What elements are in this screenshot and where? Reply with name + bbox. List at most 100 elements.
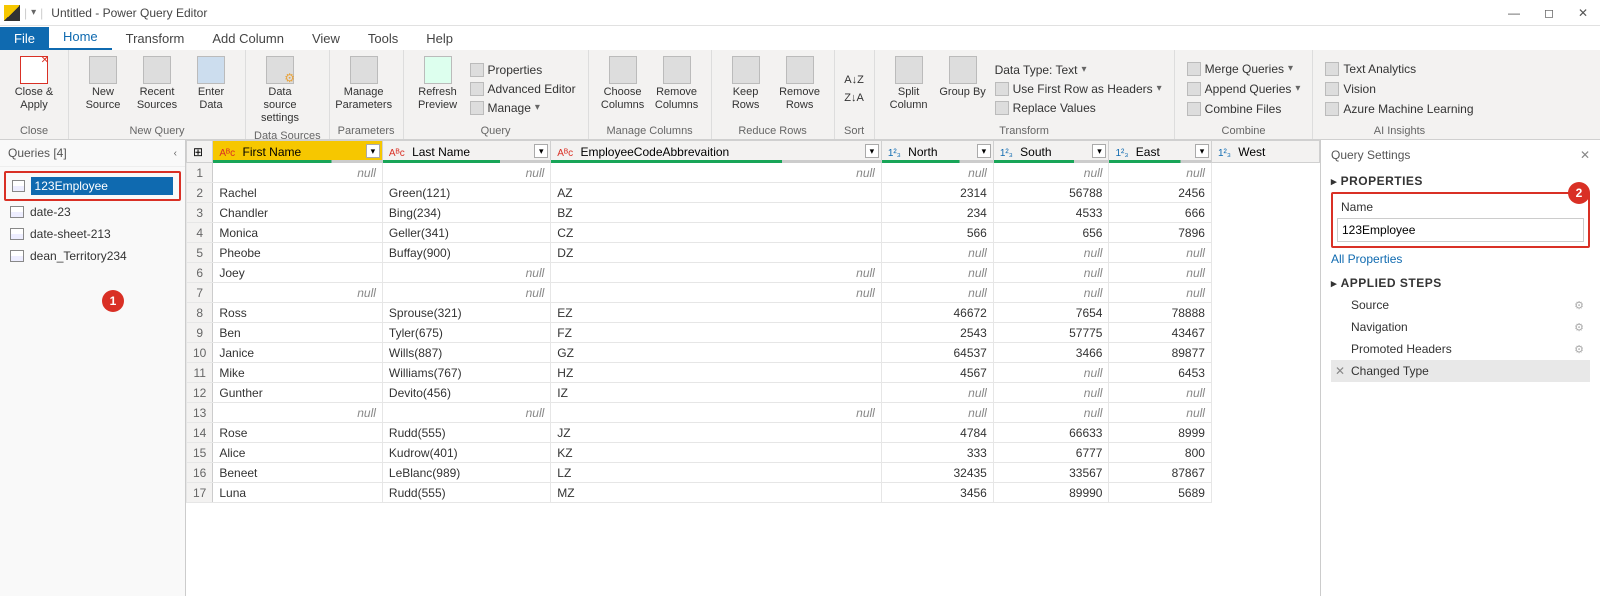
cell[interactable]: null (551, 263, 882, 283)
cell[interactable]: null (551, 403, 882, 423)
cell[interactable]: null (993, 243, 1109, 263)
cell[interactable]: LeBlanc(989) (382, 463, 550, 483)
step-navigation[interactable]: Navigation⚙ (1331, 316, 1590, 338)
step-promoted-headers[interactable]: Promoted Headers⚙ (1331, 338, 1590, 360)
data-type-button[interactable]: Data Type: Text▾ (991, 61, 1166, 79)
group-by-button[interactable]: Group By (937, 54, 989, 123)
cell[interactable]: 666 (1109, 203, 1211, 223)
minimize-icon[interactable]: — (1508, 6, 1520, 20)
cell[interactable]: null (1109, 383, 1211, 403)
cell[interactable]: Pheobe (213, 243, 383, 263)
cell[interactable]: Bing(234) (382, 203, 550, 223)
query-item[interactable]: dean_Territory234 (4, 245, 181, 267)
close-apply-button[interactable]: ✕Close & Apply (8, 54, 60, 123)
cell[interactable]: null (213, 283, 383, 303)
cell[interactable]: Sprouse(321) (382, 303, 550, 323)
cell[interactable]: Luna (213, 483, 383, 503)
replace-values-button[interactable]: Replace Values (991, 99, 1166, 117)
cell[interactable]: Tyler(675) (382, 323, 550, 343)
cell[interactable]: null (881, 163, 993, 183)
tab-file[interactable]: File (0, 27, 49, 50)
row-number[interactable]: 6 (187, 263, 213, 283)
cell[interactable]: null (881, 383, 993, 403)
sort-desc-button[interactable]: Z↓A (842, 90, 866, 106)
corner-cell[interactable]: ⊞ (187, 141, 213, 163)
cell[interactable]: IZ (551, 383, 882, 403)
cell[interactable]: 57775 (993, 323, 1109, 343)
gear-icon[interactable]: ⚙ (1574, 321, 1584, 334)
filter-dropdown-icon[interactable]: ▾ (534, 144, 548, 158)
split-column-button[interactable]: Split Column (883, 54, 935, 123)
cell[interactable]: Kudrow(401) (382, 443, 550, 463)
column-header[interactable]: 1²₃ East▾ (1109, 141, 1211, 163)
manage-parameters-button[interactable]: Manage Parameters (338, 54, 390, 123)
tab-view[interactable]: View (298, 27, 354, 50)
cell[interactable]: null (382, 263, 550, 283)
cell[interactable]: 8999 (1109, 423, 1211, 443)
table-row[interactable]: 17LunaRudd(555)MZ3456899905689 (187, 483, 1320, 503)
delete-step-icon[interactable]: ✕ (1335, 364, 1345, 378)
cell[interactable]: null (993, 363, 1109, 383)
row-number[interactable]: 15 (187, 443, 213, 463)
cell[interactable]: null (993, 163, 1109, 183)
tab-add-column[interactable]: Add Column (198, 27, 298, 50)
step-changed-type[interactable]: ✕Changed Type (1331, 360, 1590, 382)
filter-dropdown-icon[interactable]: ▾ (1195, 144, 1209, 158)
cell[interactable]: 6777 (993, 443, 1109, 463)
cell[interactable]: 78888 (1109, 303, 1211, 323)
cell[interactable]: 4567 (881, 363, 993, 383)
cell[interactable]: null (881, 403, 993, 423)
cell[interactable]: Rachel (213, 183, 383, 203)
text-analytics-button[interactable]: Text Analytics (1321, 60, 1477, 78)
cell[interactable]: 2314 (881, 183, 993, 203)
cell[interactable]: 56788 (993, 183, 1109, 203)
cell[interactable]: 64537 (881, 343, 993, 363)
table-row[interactable]: 2RachelGreen(121)AZ2314567882456 (187, 183, 1320, 203)
column-header[interactable]: Aᴮc EmployeeCodeAbbrevaition▾ (551, 141, 882, 163)
cell[interactable]: 234 (881, 203, 993, 223)
cell[interactable]: LZ (551, 463, 882, 483)
cell[interactable]: null (1109, 263, 1211, 283)
cell[interactable]: null (213, 403, 383, 423)
row-number[interactable]: 12 (187, 383, 213, 403)
cell[interactable]: null (993, 263, 1109, 283)
maximize-icon[interactable]: ◻ (1544, 6, 1554, 20)
properties-button[interactable]: Properties (466, 61, 580, 79)
cell[interactable]: 2456 (1109, 183, 1211, 203)
table-row[interactable]: 15AliceKudrow(401)KZ3336777800 (187, 443, 1320, 463)
all-properties-link[interactable]: All Properties (1331, 248, 1590, 270)
row-number[interactable]: 8 (187, 303, 213, 323)
cell[interactable]: 4784 (881, 423, 993, 443)
cell[interactable]: JZ (551, 423, 882, 443)
cell[interactable]: null (551, 283, 882, 303)
cell[interactable]: 5689 (1109, 483, 1211, 503)
table-row[interactable]: 12GuntherDevito(456)IZnullnullnull (187, 383, 1320, 403)
row-number[interactable]: 7 (187, 283, 213, 303)
combine-files-button[interactable]: Combine Files (1183, 100, 1305, 118)
table-row[interactable]: 1nullnullnullnullnullnull (187, 163, 1320, 183)
gear-icon[interactable]: ⚙ (1574, 343, 1584, 356)
cell[interactable]: null (382, 403, 550, 423)
column-header[interactable]: 1²₃ South▾ (993, 141, 1109, 163)
cell[interactable]: 656 (993, 223, 1109, 243)
cell[interactable]: 3456 (881, 483, 993, 503)
gear-icon[interactable]: ⚙ (1574, 299, 1584, 312)
table-row[interactable]: 7nullnullnullnullnullnull (187, 283, 1320, 303)
cell[interactable]: null (1109, 163, 1211, 183)
table-row[interactable]: 8RossSprouse(321)EZ46672765478888 (187, 303, 1320, 323)
cell[interactable]: EZ (551, 303, 882, 323)
cell[interactable]: 66633 (993, 423, 1109, 443)
cell[interactable]: Ben (213, 323, 383, 343)
cell[interactable]: Mike (213, 363, 383, 383)
cell[interactable]: 3466 (993, 343, 1109, 363)
cell[interactable]: null (382, 283, 550, 303)
table-row[interactable]: 3ChandlerBing(234)BZ2344533666 (187, 203, 1320, 223)
cell[interactable]: 89877 (1109, 343, 1211, 363)
cell[interactable]: Chandler (213, 203, 383, 223)
row-number[interactable]: 13 (187, 403, 213, 423)
cell[interactable]: Green(121) (382, 183, 550, 203)
tab-tools[interactable]: Tools (354, 27, 412, 50)
cell[interactable]: null (881, 283, 993, 303)
table-row[interactable]: 11MikeWilliams(767)HZ4567null6453 (187, 363, 1320, 383)
cell[interactable]: 33567 (993, 463, 1109, 483)
